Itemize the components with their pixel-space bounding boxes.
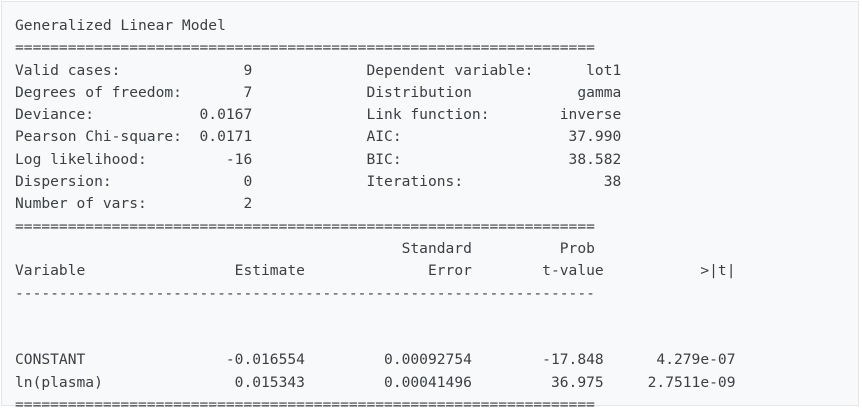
summary-label: Number of vars: [15,195,191,213]
summary-value: gamma [533,83,622,101]
summary-value: 7 [190,83,367,101]
table-cell: 0.00041496 [304,373,472,391]
summary-value: 38 [533,173,622,191]
summary-label: Valid cases: [15,61,191,79]
summary-value: -16 [190,150,367,168]
summary-value: 9 [190,61,367,79]
table-cell: 36.975 [471,373,604,391]
summary-value: 0 [190,173,367,191]
double-rule: ========================================… [15,217,595,235]
summary-value: lot1 [533,61,622,79]
summary-label: Degrees of freedom: [15,83,191,101]
summary-value: 0.0167 [190,106,367,124]
column-header: Error [304,262,472,280]
summary-label: BIC: [366,150,534,168]
summary-label: Link function: [366,106,534,124]
model-title: Generalized Linear Model [15,17,226,34]
single-rule: ----------------------------------------… [15,284,595,302]
summary-label: Iterations: [366,173,534,191]
summary-label: Dispersion: [15,173,191,191]
glm-output: Generalized Linear Model ===============… [15,15,735,416]
summary-value: 2 [190,195,253,213]
summary-label: Deviance: [15,106,191,124]
summary-value: inverse [533,106,622,124]
column-header: Prob [471,239,595,257]
column-header: Standard [15,239,472,257]
column-header: t-value [471,262,604,280]
double-rule: ========================================… [15,396,595,414]
summary-label: Dependent variable: [366,61,534,79]
summary-value: 37.990 [533,128,622,146]
summary-label: Pearson Chi-square: [15,128,191,146]
table-cell: 0.015343 [111,373,305,391]
table-cell: CONSTANT [15,351,112,369]
table-cell: 4.279e-07 [603,351,736,369]
column-header: Estimate [111,262,305,280]
table-cell: 0.00092754 [304,351,472,369]
table-cell: ln(plasma) [15,373,112,391]
summary-value: 38.582 [533,150,622,168]
column-header: Variable [15,262,112,280]
column-header: >|t| [603,262,736,280]
double-rule: ========================================… [15,39,595,57]
summary-value: 0.0171 [190,128,367,146]
table-cell: -17.848 [471,351,604,369]
output-panel: Generalized Linear Model ===============… [1,1,859,413]
table-cell: 2.7511e-09 [603,373,736,391]
summary-label: AIC: [366,128,534,146]
summary-label: Distribution [366,83,534,101]
summary-label: Log likelihood: [15,150,191,168]
table-cell: -0.016554 [111,351,305,369]
